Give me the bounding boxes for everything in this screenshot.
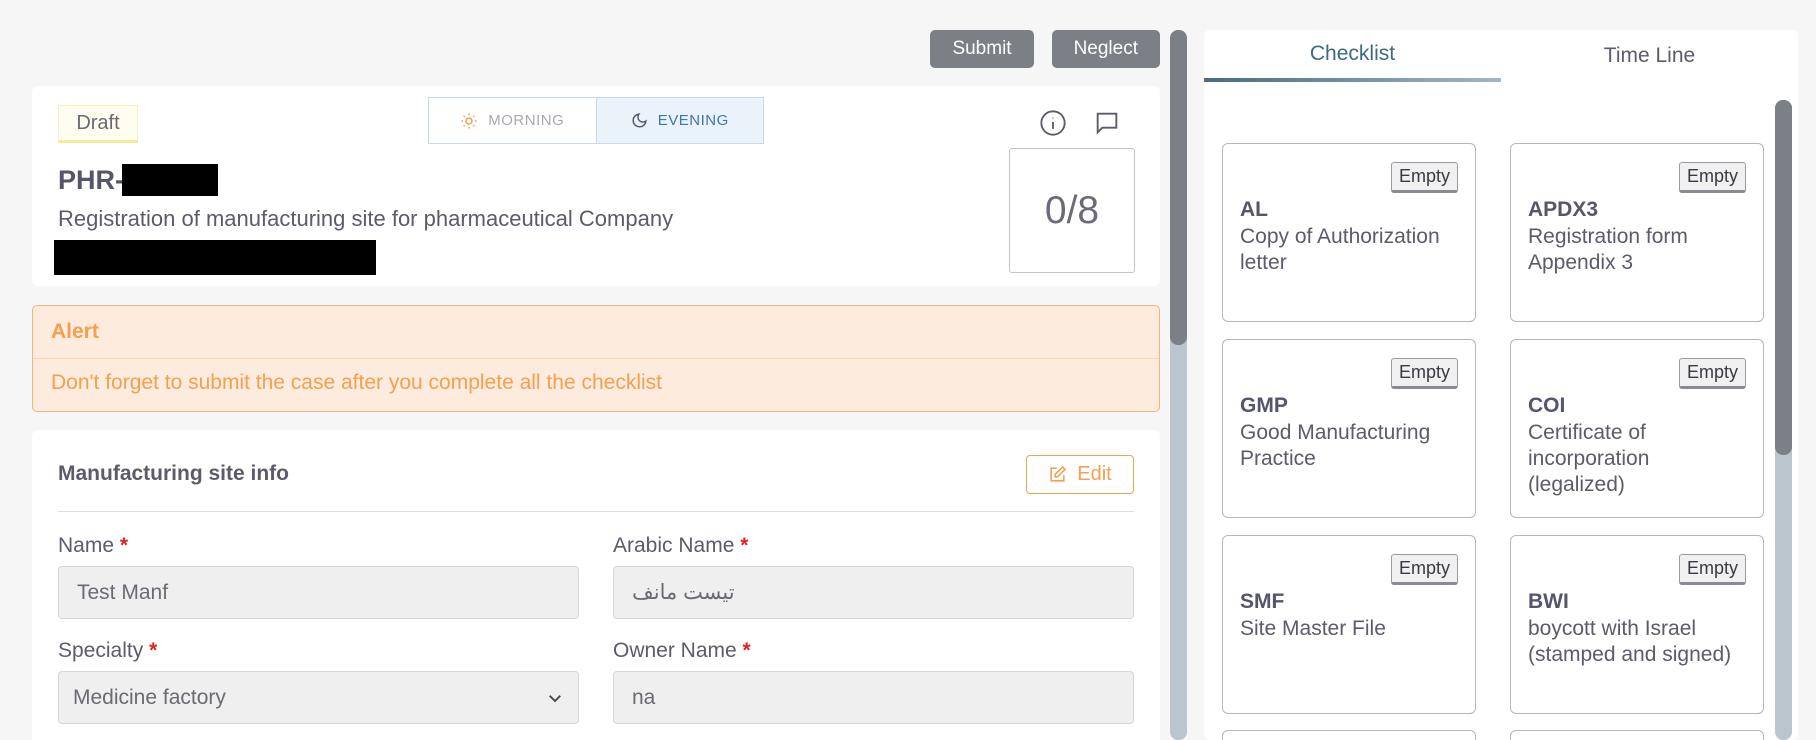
alert-title: Alert <box>51 320 99 343</box>
owner-name-label-text: Owner Name <box>613 639 737 662</box>
edit-button[interactable]: Edit <box>1026 455 1134 494</box>
arabic-name-label-text: Arabic Name <box>613 534 735 557</box>
shift-toggle: MORNING EVENING <box>428 97 764 144</box>
section-divider <box>58 511 1134 512</box>
owner-name-label: Owner Name * <box>613 639 751 663</box>
arabic-name-field[interactable]: تيست مانف <box>613 566 1134 619</box>
side-tabs: Checklist Time Line <box>1204 30 1798 82</box>
checklist-item[interactable]: Empty COI Certificate of incorporation (… <box>1510 339 1764 518</box>
main-scrollbar-thumb[interactable] <box>1170 30 1187 345</box>
checklist-item[interactable]: Empty BWI boycott with Israel (stamped a… <box>1510 535 1764 714</box>
checklist-description: Certificate of incorporation (legalized) <box>1528 421 1650 496</box>
empty-badge: Empty <box>1390 162 1458 193</box>
redacted-company-name <box>54 240 376 275</box>
empty-badge: Empty <box>1678 358 1746 389</box>
specialty-label: Specialty * <box>58 639 157 663</box>
checklist-description: Site Master File <box>1240 617 1386 640</box>
alert-box: Alert Don't forget to submit the case af… <box>32 305 1160 412</box>
checklist-code: AL <box>1240 198 1268 221</box>
arabic-name-label: Arabic Name * <box>613 534 748 558</box>
shift-evening-label: EVENING <box>657 112 729 129</box>
submit-button[interactable]: Submit <box>930 30 1034 68</box>
site-info-card: Manufacturing site info Edit Name * Test… <box>32 430 1160 740</box>
info-icon <box>1040 110 1066 136</box>
main-scrollbar[interactable] <box>1170 30 1187 740</box>
case-subject: Registration of manufacturing site for p… <box>58 206 674 231</box>
specialty-label-text: Specialty <box>58 639 144 662</box>
moon-icon <box>632 113 647 128</box>
specialty-value: Medicine factory <box>73 685 226 709</box>
side-scrollbar-thumb[interactable] <box>1775 100 1792 455</box>
case-actions: Submit Neglect <box>930 30 1160 68</box>
checklist-description: Registration form Appendix 3 <box>1528 225 1688 274</box>
checklist-code: BWI <box>1528 590 1569 613</box>
tab-timeline[interactable]: Time Line <box>1501 30 1798 82</box>
case-header-card: Draft MORNING EVENING PHR- Registration … <box>32 86 1160 286</box>
case-id: PHR- <box>58 164 218 196</box>
case-main-panel: Submit Neglect Draft MORNING EVENING PHR… <box>32 30 1160 740</box>
owner-name-field[interactable]: na <box>613 671 1134 724</box>
neglect-button[interactable]: Neglect <box>1051 30 1160 68</box>
checklist-code: GMP <box>1240 394 1288 417</box>
comment-icon <box>1096 112 1118 135</box>
checklist-item-partial[interactable] <box>1222 730 1476 740</box>
checklist-description: Good Manufacturing Practice <box>1240 421 1431 470</box>
edit-icon <box>1050 465 1067 482</box>
section-title: Manufacturing site info <box>58 462 289 485</box>
empty-badge: Empty <box>1390 554 1458 585</box>
checklist-item[interactable]: Empty GMP Good Manufacturing Practice <box>1222 339 1476 518</box>
sun-icon <box>461 113 477 128</box>
required-mark: * <box>149 639 158 662</box>
empty-badge: Empty <box>1678 162 1746 193</box>
checklist-item[interactable]: Empty APDX3 Registration form Appendix 3 <box>1510 143 1764 322</box>
required-mark: * <box>740 534 749 557</box>
checklist-item[interactable]: Empty SMF Site Master File <box>1222 535 1476 714</box>
chevron-down-icon <box>549 694 561 702</box>
name-label-text: Name <box>58 534 115 557</box>
name-label: Name * <box>58 534 128 558</box>
checklist-item[interactable]: Empty AL Copy of Authorization letter <box>1222 143 1476 322</box>
shift-morning-option[interactable]: MORNING <box>429 98 596 143</box>
checklist-code: APDX3 <box>1528 198 1599 221</box>
checklist-progress: 0/8 <box>1009 148 1135 273</box>
side-panel: Checklist Time Line Empty AL Copy of Aut… <box>1204 30 1798 740</box>
checklist-description: boycott with Israel (stamped and signed) <box>1528 617 1732 666</box>
status-badge: Draft <box>58 105 138 143</box>
redacted-case-number <box>122 164 218 196</box>
shift-morning-label: MORNING <box>488 112 565 129</box>
empty-badge: Empty <box>1678 554 1746 585</box>
comments-button[interactable] <box>1092 108 1122 138</box>
info-button[interactable] <box>1038 108 1068 138</box>
shift-evening-option[interactable]: EVENING <box>595 98 763 143</box>
checklist-code: SMF <box>1240 590 1285 613</box>
edit-label: Edit <box>1077 463 1112 485</box>
side-scrollbar[interactable] <box>1775 100 1792 740</box>
tab-checklist[interactable]: Checklist <box>1204 30 1501 82</box>
empty-badge: Empty <box>1390 358 1458 389</box>
specialty-select[interactable]: Medicine factory <box>58 671 579 724</box>
required-mark: * <box>742 639 751 662</box>
alert-message: Don't forget to submit the case after yo… <box>51 371 662 394</box>
checklist-description: Copy of Authorization letter <box>1240 225 1440 274</box>
alert-divider <box>33 358 1159 359</box>
name-field[interactable]: Test Manf <box>58 566 579 619</box>
case-id-prefix: PHR- <box>58 164 124 195</box>
required-mark: * <box>119 534 129 557</box>
checklist-item-partial[interactable] <box>1510 730 1764 740</box>
checklist-code: COI <box>1528 394 1566 417</box>
